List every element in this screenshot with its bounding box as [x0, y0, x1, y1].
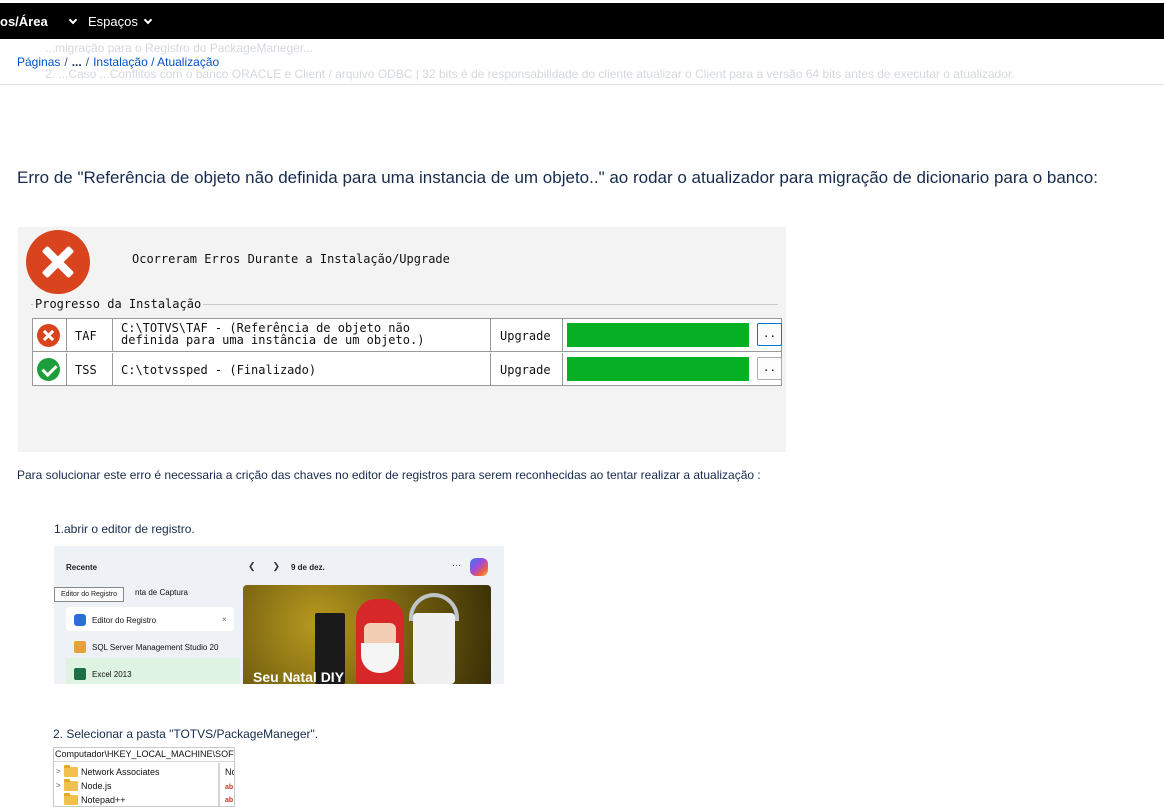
solution-paragraph: Para solucionar este erro é necessaria a…	[17, 468, 761, 482]
recent-item-excel[interactable]: Excel 2013	[74, 668, 132, 680]
date-navigation: ❮ ❯	[248, 561, 280, 572]
installer-error-screenshot: Ocorreram Erros Durante a Instalação/Upg…	[18, 227, 786, 452]
close-icon[interactable]: ×	[222, 615, 227, 624]
decoration-santa	[356, 599, 404, 684]
recent-heading: Recente	[66, 563, 98, 572]
chevron-right-icon[interactable]: >	[54, 765, 63, 779]
progress-bar	[563, 353, 753, 386]
operation-type: Upgrade	[491, 353, 563, 386]
registry-address-bar[interactable]: Computador\HKEY_LOCAL_MACHINE\SOFT	[54, 748, 234, 762]
table-row: TSS C:\totvssped - (Finalizado) Upgrade …	[33, 353, 782, 386]
decoration-snowman	[413, 613, 455, 684]
tree-item-label: Notepad++	[81, 795, 126, 805]
ssms-icon	[74, 641, 86, 653]
recent-apps-panel: Recente nta de Captura Editor do Registr…	[54, 546, 240, 684]
page-heading: Erro de "Referência de objeto não defini…	[17, 168, 1098, 187]
dialog-title: Ocorreram Erros Durante a Instalação/Upg…	[132, 252, 450, 266]
product-path-line-2: definida para uma instância de um objeto…	[121, 333, 425, 347]
recent-item-snipping-tool[interactable]: nta de Captura	[135, 588, 188, 597]
chevron-right-icon[interactable]: ❯	[273, 561, 281, 572]
spaces-menu[interactable]: Espaços	[88, 14, 153, 29]
tooltip: Editor do Registro	[54, 587, 125, 602]
registry-editor-screenshot: Computador\HKEY_LOCAL_MACHINE\SOFT > Netw…	[53, 747, 235, 807]
error-status-icon	[37, 324, 60, 347]
folder-icon	[64, 765, 78, 777]
success-status-icon	[37, 358, 60, 381]
tree-item-label: Network Associates	[81, 767, 160, 777]
error-icon	[26, 230, 90, 294]
chevron-down-icon	[143, 15, 153, 24]
progress-bar-fill	[567, 323, 749, 347]
operation-type: Upgrade	[491, 319, 563, 352]
string-value-icon: ab	[225, 784, 234, 791]
chevron-right-icon[interactable]: >	[54, 779, 63, 793]
recent-item-label: Excel 2013	[92, 669, 132, 679]
chevron-down-icon	[68, 15, 77, 24]
product-name: TAF	[67, 319, 113, 352]
background-text-line-1: ...migração para o Registro do PackageMa…	[45, 41, 314, 55]
recent-item-label: SQL Server Management Studio 20	[92, 642, 219, 652]
breadcrumb-current-link[interactable]: Instalação / Atualização	[93, 55, 219, 69]
group-label: Progresso da Instalação	[33, 297, 204, 311]
tree-item-network-associates[interactable]: > Network Associates	[54, 765, 160, 779]
copilot-icon[interactable]	[470, 558, 488, 576]
details-button[interactable]: ..	[757, 323, 782, 346]
top-navigation-bar: os/Área Espaços	[0, 3, 1164, 39]
breadcrumb-ellipsis[interactable]: ...	[72, 55, 82, 69]
header-divider	[0, 84, 1164, 85]
product-path: C:\totvssped - (Finalizado)	[113, 353, 491, 386]
table-row: TAF C:\TOTVS\TAF - (Referência de objeto…	[33, 319, 782, 352]
product-name: TSS	[67, 353, 113, 386]
registry-values-pane: No ab ab	[224, 763, 234, 806]
installation-progress-grid: TAF C:\TOTVS\TAF - (Referência de objeto…	[32, 318, 782, 386]
date-label: 9 de dez.	[291, 563, 325, 572]
registry-editor-icon	[74, 614, 86, 626]
news-card[interactable]: Seu Natal DIY	[243, 585, 491, 684]
breadcrumb: Páginas /... / Instalação / Atualização	[17, 55, 220, 69]
recent-item-ssms[interactable]: SQL Server Management Studio 20	[74, 641, 218, 653]
recent-item-label: Editor do Registro	[92, 615, 157, 625]
details-button[interactable]: ..	[757, 357, 782, 380]
area-menu[interactable]: os/Área	[0, 14, 77, 29]
start-menu-screenshot: Recente nta de Captura Editor do Registr…	[54, 546, 504, 684]
folder-icon	[64, 793, 78, 805]
progress-bar	[563, 319, 753, 352]
product-path: C:\TOTVS\TAF - (Referência de objeto não…	[113, 319, 491, 352]
spaces-menu-label: Espaços	[88, 14, 138, 29]
step-2-text: 2. Selecionar a pasta "TOTVS/PackageMane…	[53, 727, 319, 741]
breadcrumb-pages-link[interactable]: Páginas	[17, 55, 60, 69]
chevron-left-icon[interactable]: ❮	[248, 561, 256, 572]
excel-icon	[74, 668, 86, 680]
step-1-text: 1.abrir o editor de registro.	[54, 522, 195, 536]
tree-item-nodejs[interactable]: > Node.js	[54, 779, 112, 793]
folder-icon	[64, 779, 78, 791]
progress-bar-fill	[567, 357, 749, 381]
background-text-line-2: 2. ...Caso ...Conflitos com o banco ORAC…	[45, 67, 1015, 81]
area-menu-label: os/Área	[0, 14, 48, 29]
recent-item-registry-editor[interactable]: Editor do Registro	[74, 614, 156, 626]
tree-item-label: Node.js	[81, 781, 112, 791]
news-card-title: Seu Natal DIY	[253, 669, 345, 684]
registry-tree: > Network Associates > Node.js Notepad++	[54, 763, 220, 806]
string-value-icon: ab	[225, 797, 234, 804]
more-options-icon[interactable]: ···	[452, 560, 461, 570]
values-column-header: No	[225, 767, 234, 777]
tree-item-notepadpp[interactable]: Notepad++	[54, 793, 126, 806]
